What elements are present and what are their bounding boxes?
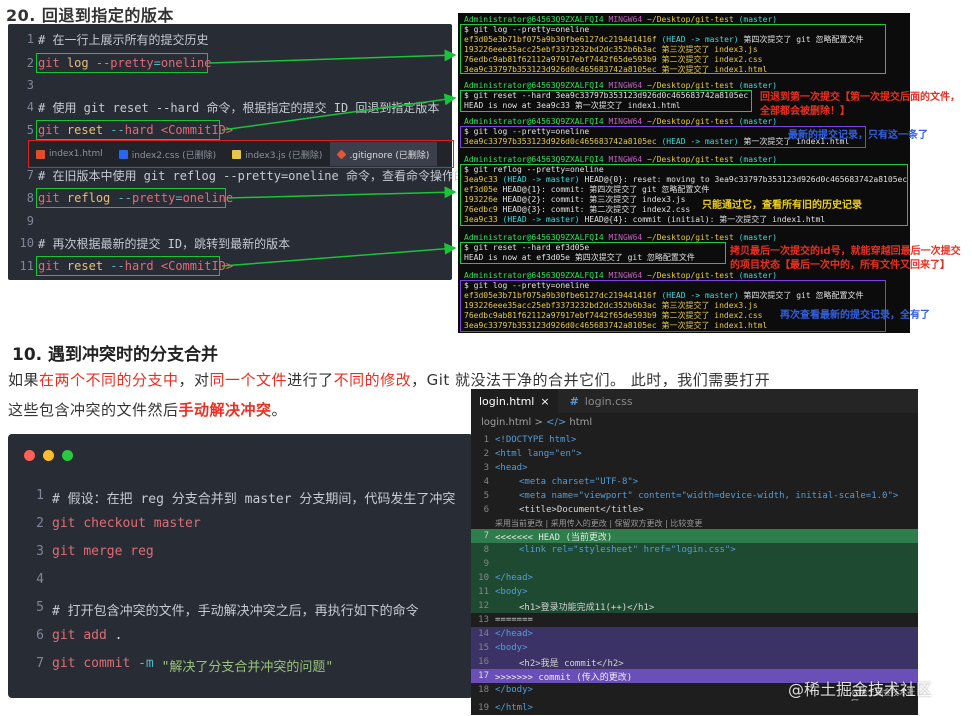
highlight-box-git-reflog <box>36 188 226 208</box>
vscode-line: 11 <body> <box>471 585 918 599</box>
code-line-1: 1 # 在一行上展示所有的提交历史 <box>26 32 209 47</box>
window-minimize-dot <box>43 450 54 461</box>
tab-login-css[interactable]: # login.css <box>558 389 645 413</box>
section-20-title: 20. 回退到指定的版本 <box>6 6 174 25</box>
annotation-reset-first: 回退到第一次提交【第一次提交后面的文件， <box>760 92 960 103</box>
terminal-box-log <box>460 24 886 74</box>
merge-codelens[interactable]: 采用当前更改 | 采用传入的更改 | 保留双方更改 | 比较变更 <box>471 517 918 529</box>
code-line-9: 9 <box>26 214 34 228</box>
paragraph-line-1: 如果在两个不同的分支中，对同一个文件进行了不同的修改，Git 就没法干净的合并它… <box>8 371 771 389</box>
code2-line-7: 7 git commit -m "解决了分支合并冲突的问题" <box>36 656 334 675</box>
code-block-merge-conflict: 1 # 假设：在把 reg 分支合并到 master 分支期间，代码发生了冲突 2… <box>8 434 473 698</box>
code-line-4: 4 # 使用 git reset --hard 命令，根据指定的提交 ID 回退到… <box>26 100 440 115</box>
terminal-box-reset <box>460 90 752 112</box>
code2-line-4: 4 <box>36 572 44 587</box>
vscode-line: 8 <link rel="stylesheet" href="login.css"… <box>471 543 918 557</box>
vscode-editor: login.html × # login.css login.html > </> … <box>471 389 918 708</box>
vscode-line-conflict-head: 7 <<<<<<< HEAD (当前更改) <box>471 529 918 543</box>
terminal-box-reflog <box>460 164 908 226</box>
section-10-title: 10. 遇到冲突时的分支合并 <box>12 345 219 365</box>
highlight-box-git-log <box>36 53 208 73</box>
vscode-line: 16 <h2>我是 commit</h2> <box>471 655 918 669</box>
window-close-dot <box>24 450 35 461</box>
highlight-box-git-reset <box>36 120 220 140</box>
code-line-10: 10 # 再次根据最新的提交 ID，跳转到最新的版本 <box>19 236 291 251</box>
annotation-copy-id: 拷贝最后一次提交的id号，就能穿越回最后一次提交 <box>730 246 961 257</box>
css-file-icon: # <box>569 394 579 408</box>
terminal-box-reset-2 <box>460 242 726 264</box>
vscode-line: 15 <body> <box>471 641 918 655</box>
window-maximize-dot <box>62 450 73 461</box>
vscode-line: 6 <title>Document</title> <box>483 505 644 515</box>
code2-line-3: 3 git merge reg <box>36 544 154 559</box>
code2-line-1: 1 # 假设：在把 reg 分支合并到 master 分支期间，代码发生了冲突 <box>36 488 456 507</box>
html-tag-icon: </> <box>546 417 567 428</box>
code2-line-2: 2 git checkout master <box>36 516 201 531</box>
deleted-files-highlight-box <box>28 140 454 168</box>
vscode-line: 5 <meta name="viewport" content="width=de… <box>483 491 899 501</box>
close-icon[interactable]: × <box>540 395 549 408</box>
vscode-line: 12 <h1>登录功能完成11(++)</h1> <box>471 599 918 613</box>
code-line-3: 3 <box>26 78 34 92</box>
annotation-reflog: 只能通过它，查看所有旧的历史记录 <box>702 200 862 211</box>
paragraph-line-2: 这些包含冲突的文件然后手动解决冲突。 <box>8 401 288 419</box>
watermark: @稀土掘金技术社区 <box>788 680 933 699</box>
annotation-copy-id-2: 的项目状态【最后一次中的，所有文件又回来了】 <box>730 260 950 271</box>
annotation-reset-first-2: 全部都会被删除！】 <box>760 106 850 117</box>
vscode-line: 10 </head> <box>471 571 918 585</box>
breadcrumb: login.html > </> html <box>481 417 593 428</box>
code2-line-6: 6 git add . <box>36 628 123 643</box>
vscode-line: 14 </head> <box>471 627 918 641</box>
vscode-line: 2 <html lang="en"> <box>483 449 582 459</box>
vscode-line-last: 19 </html> <box>471 701 918 715</box>
git-bash-terminal: Administrator@64563Q9ZXALFQI4 MINGW64 ~/… <box>458 13 910 333</box>
code2-line-5: 5 # 打开包含冲突的文件，手动解决冲突之后，再执行如下的命令 <box>36 600 419 619</box>
annotation-all-back: 再次查看最新的提交记录，全有了 <box>780 310 930 321</box>
vscode-tab-bar: login.html × # login.css <box>471 389 918 413</box>
tab-login-html[interactable]: login.html × <box>471 389 558 413</box>
vscode-line: 1 <!DOCTYPE html> <box>483 435 577 445</box>
vscode-line: 3 <head> <box>483 463 528 473</box>
annotation-latest-log: 最新的提交记录，只有这一条了 <box>788 130 928 141</box>
vscode-line-separator: 13 ======= <box>478 615 533 625</box>
vscode-line: 4 <meta charset="UTF-8"> <box>483 477 639 487</box>
highlight-box-git-reset-2 <box>36 256 220 276</box>
vscode-line: 9 <box>471 557 918 571</box>
